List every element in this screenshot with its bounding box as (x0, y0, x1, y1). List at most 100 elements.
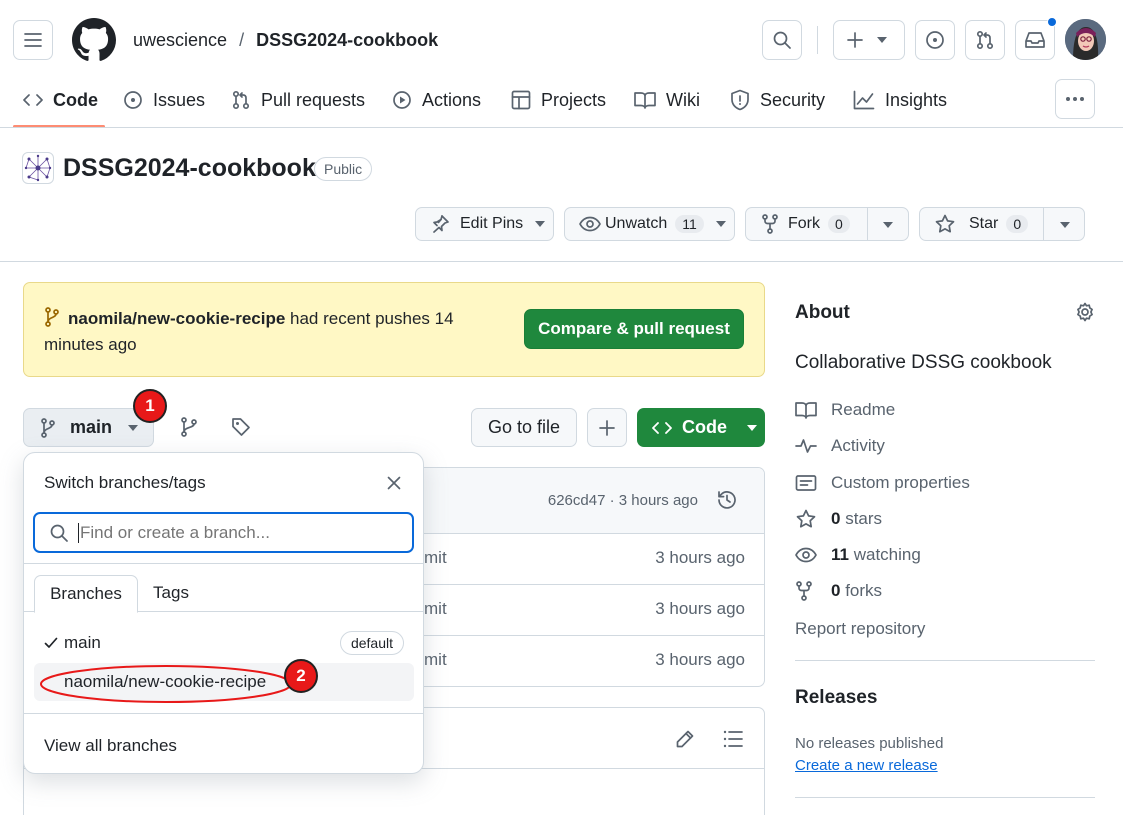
stars-link[interactable]: 0 stars (795, 509, 882, 529)
custom-properties-link[interactable]: Custom properties (795, 473, 970, 493)
dropdown-footer-border (24, 713, 423, 714)
star-label: Star (969, 215, 999, 232)
code-button-label: Code (682, 417, 727, 437)
tab-code[interactable]: Code (23, 84, 98, 116)
commit-time: 3 hours ago (655, 599, 745, 618)
tab-projects-label: Projects (541, 89, 607, 110)
title-section-border (0, 261, 1123, 262)
branch-icon (45, 307, 59, 327)
search-button[interactable] (762, 20, 802, 60)
commit-message[interactable]: mit (424, 599, 447, 619)
edit-pins-button[interactable]: Edit Pins (415, 207, 554, 241)
repo-title[interactable]: DSSG2024-cookbook (63, 154, 316, 183)
custom-properties-label: Custom properties (831, 473, 970, 492)
git-branch-icon (181, 417, 197, 437)
commit-message[interactable]: mit (424, 650, 447, 670)
branch-dropdown: Switch branches/tags Branches Tags main … (23, 452, 424, 774)
pull-requests-button[interactable] (965, 20, 1005, 60)
search-icon (50, 524, 68, 542)
compare-pull-request-label: Compare & pull request (538, 319, 730, 338)
go-to-file-button[interactable]: Go to file (471, 408, 577, 447)
repo-avatar (22, 152, 54, 184)
sidebar-divider (795, 660, 1095, 661)
pulse-icon (795, 439, 817, 453)
branch-search-field[interactable] (33, 512, 414, 553)
tab-insights[interactable]: Insights (853, 84, 947, 116)
tab-actions[interactable]: Actions (392, 84, 481, 116)
star-button[interactable]: Star 0 (919, 207, 1085, 241)
fork-button[interactable]: Fork 0 (745, 207, 909, 241)
default-badge: default (339, 631, 404, 655)
tags-link[interactable] (231, 417, 251, 437)
forks-link[interactable]: 0 forks (795, 581, 882, 601)
watching-link[interactable]: 11 watching (795, 545, 921, 565)
button-divider (867, 208, 868, 240)
compare-pull-request-button[interactable]: Compare & pull request (524, 309, 744, 349)
plus-icon (847, 32, 863, 48)
breadcrumb-repo[interactable]: DSSG2024-cookbook (256, 30, 438, 51)
gear-icon[interactable] (1075, 302, 1095, 322)
avatar[interactable] (1065, 19, 1106, 60)
chevron-down-icon[interactable] (883, 222, 893, 228)
sidebar-divider (795, 797, 1095, 798)
banner-branch-name[interactable]: naomila/new-cookie-recipe (68, 309, 285, 328)
fork-icon (796, 581, 812, 601)
dropdown-tabs-border (24, 563, 423, 564)
tab-tags[interactable]: Tags (138, 575, 204, 611)
github-logo-icon[interactable] (72, 18, 116, 62)
eye-icon (579, 216, 601, 232)
star-icon (796, 509, 816, 528)
tab-issues[interactable]: Issues (123, 84, 205, 116)
tab-tags-label: Tags (153, 583, 189, 602)
star-count: 0 (1006, 215, 1029, 233)
add-file-button[interactable] (587, 408, 627, 447)
chevron-down-icon (128, 424, 139, 431)
code-icon (652, 421, 672, 434)
search-icon (773, 31, 791, 49)
tab-wiki[interactable]: Wiki (634, 84, 700, 116)
button-divider (1043, 208, 1044, 240)
more-tabs-button[interactable] (1055, 79, 1095, 119)
close-icon[interactable] (387, 476, 401, 490)
header-bottom-border (0, 127, 1123, 128)
branch-item-main[interactable]: main default (34, 625, 414, 661)
tab-projects[interactable]: Projects (511, 84, 606, 116)
about-heading: About (795, 302, 850, 323)
chevron-down-icon (535, 221, 546, 227)
issues-button[interactable] (915, 20, 955, 60)
tab-actions-label: Actions (422, 89, 482, 110)
chevron-down-icon[interactable] (1060, 222, 1070, 228)
releases-heading[interactable]: Releases (795, 687, 877, 709)
create-new-button[interactable] (833, 20, 905, 60)
tab-branches[interactable]: Branches (34, 575, 138, 613)
list-icon[interactable] (723, 730, 743, 748)
visibility-badge: Public (314, 157, 373, 181)
play-icon (393, 91, 411, 109)
pencil-icon[interactable] (675, 729, 695, 749)
readme-link[interactable]: Readme (795, 400, 895, 420)
go-to-file-label: Go to file (487, 417, 561, 437)
edit-pins-label: Edit Pins (460, 215, 524, 232)
chevron-down-icon (747, 424, 757, 431)
issue-icon (926, 31, 944, 49)
branches-link[interactable] (180, 417, 198, 437)
code-button[interactable]: Code (637, 408, 765, 447)
issue-icon (124, 91, 142, 109)
tab-security[interactable]: Security (730, 84, 825, 116)
tab-issues-label: Issues (153, 89, 206, 110)
report-repository-link[interactable]: Report repository (795, 619, 925, 639)
commit-message[interactable]: mit (424, 548, 447, 568)
branch-search-input[interactable] (80, 522, 400, 543)
history-icon[interactable] (716, 489, 738, 511)
current-branch-label: main (70, 417, 113, 437)
activity-link[interactable]: Activity (795, 436, 885, 456)
tab-pull-requests[interactable]: Pull requests (231, 84, 365, 116)
hamburger-menu-button[interactable] (13, 20, 53, 60)
unwatch-button[interactable]: Unwatch 11 (564, 207, 735, 241)
branch-icon (41, 417, 55, 438)
hamburger-icon (24, 33, 42, 47)
latest-commit-hash-time[interactable]: 626cd47 · 3 hours ago (548, 492, 698, 509)
breadcrumb-owner[interactable]: uwescience (133, 30, 227, 51)
create-release-link[interactable]: Create a new release (795, 757, 938, 774)
view-all-branches-link[interactable]: View all branches (44, 736, 177, 756)
